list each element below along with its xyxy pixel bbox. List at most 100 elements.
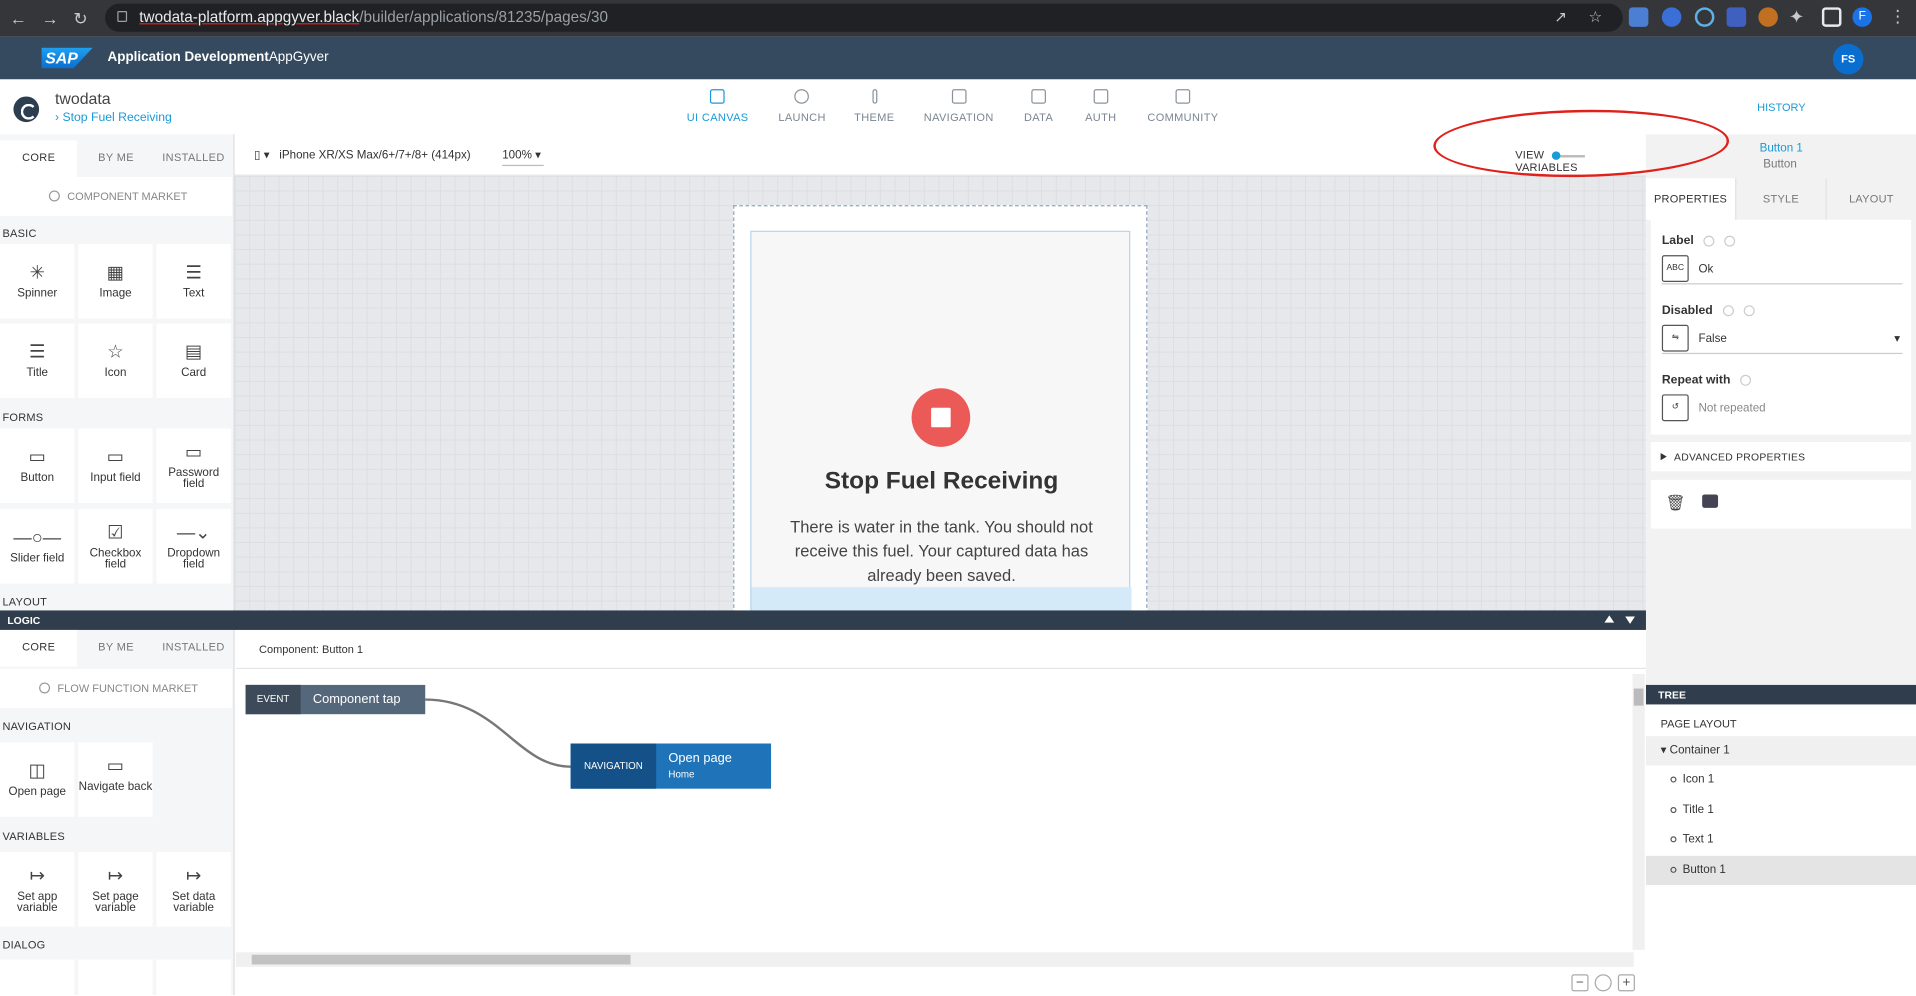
disabled-select[interactable]: ⇋ False ▾	[1661, 324, 1903, 355]
component-market-search[interactable]: COMPONENT MARKET	[0, 177, 233, 217]
component-password-field[interactable]: ▭ Password field	[156, 428, 231, 503]
tab-installed[interactable]: INSTALLED	[155, 630, 232, 667]
collapse-down-icon[interactable]	[1625, 616, 1635, 624]
translate-extension-icon[interactable]	[1628, 7, 1649, 27]
react-extension-icon[interactable]	[1694, 7, 1715, 27]
property-title: Label	[1661, 234, 1694, 248]
extension-icon[interactable]	[1726, 7, 1747, 27]
address-bar[interactable]: twodata-platform.appgyver.black/builder/…	[105, 3, 1623, 32]
flow-navigate-back[interactable]: ▭ Navigate back	[78, 742, 153, 817]
tab-core[interactable]: CORE	[0, 629, 78, 667]
flow-market-search[interactable]: FLOW FUNCTION MARKET	[0, 669, 233, 709]
phone-frame[interactable]: Stop Fuel Receiving There is water in th…	[733, 205, 1148, 634]
container-1[interactable]: Stop Fuel Receiving There is water in th…	[750, 230, 1132, 634]
sap-logo[interactable]: SAP	[41, 47, 93, 69]
component-button[interactable]: ▭ Button	[0, 428, 75, 503]
tab-label: DATA	[1023, 111, 1054, 124]
forward-arrow-icon[interactable]: →	[42, 9, 59, 29]
component-actions: 🗑	[1650, 479, 1912, 529]
logic-canvas[interactable]: EVENT Component tap NAVIGATION Open page…	[235, 669, 1646, 996]
device-selector[interactable]: ▯ ▾ iPhone XR/XS Max/6+/7+/8+ (414px)	[254, 149, 470, 162]
tab-navigation[interactable]: NAVIGATION	[924, 89, 994, 123]
component-input-field[interactable]: ▭ Input field	[78, 428, 153, 503]
flow-set-data-variable[interactable]: ↦ Set data variable	[156, 852, 231, 927]
inspect-icon[interactable]	[1702, 494, 1719, 508]
tab-data[interactable]: DATA	[1024, 89, 1053, 123]
tab-style[interactable]: STYLE	[1735, 178, 1825, 220]
extension-icon[interactable]	[1758, 7, 1778, 27]
text-type-icon[interactable]: ABC	[1661, 255, 1689, 283]
user-avatar[interactable]: FS	[1832, 43, 1864, 75]
flow-set-page-variable[interactable]: ↦ Set page variable	[78, 852, 153, 927]
expand-up-icon[interactable]	[1604, 615, 1615, 623]
tree-item-title[interactable]: Title 1	[1646, 796, 1916, 825]
title-1[interactable]: Stop Fuel Receiving	[751, 468, 1131, 496]
flow-dialog-prompt[interactable]	[156, 959, 231, 996]
component-slider-field[interactable]: —○— Slider field	[0, 509, 75, 584]
scroll-thumb[interactable]	[251, 954, 631, 965]
repeat-type-icon[interactable]: ↺	[1661, 394, 1689, 422]
tab-theme[interactable]: THEME	[854, 89, 894, 123]
tab-by-me[interactable]: BY ME	[77, 630, 154, 667]
tab-by-me[interactable]: BY ME	[77, 140, 154, 177]
binding-icon[interactable]	[1722, 305, 1734, 317]
toggle-type-icon[interactable]: ⇋	[1661, 324, 1689, 352]
tab-core[interactable]: CORE	[0, 140, 78, 178]
component-image[interactable]: ▦ Image	[78, 244, 153, 319]
tree-item-button[interactable]: Button 1	[1645, 855, 1916, 886]
zoom-out-button[interactable]: −	[1571, 974, 1589, 992]
share-icon[interactable]: ↗	[1554, 4, 1567, 32]
zoom-in-button[interactable]: +	[1617, 974, 1635, 992]
scroll-thumb[interactable]	[1633, 688, 1644, 706]
text-1[interactable]: There is water in the tank. You should n…	[776, 515, 1107, 588]
history-button[interactable]: HISTORY	[1757, 101, 1805, 113]
navigation-node[interactable]: NAVIGATION Open page Home	[570, 743, 772, 789]
advanced-properties-toggle[interactable]: ADVANCED PROPERTIES	[1650, 441, 1912, 472]
horizontal-scrollbar[interactable]	[235, 952, 1634, 967]
component-checkbox-field[interactable]: ☑ Checkbox field	[78, 509, 153, 584]
info-icon[interactable]	[1743, 305, 1755, 317]
tab-community[interactable]: COMMUNITY	[1147, 89, 1218, 123]
flow-dialog-alert[interactable]	[0, 959, 75, 996]
component-title[interactable]: ☰ Title	[0, 323, 75, 399]
tab-installed[interactable]: INSTALLED	[155, 140, 232, 177]
component-text[interactable]: ☰ Text	[156, 244, 231, 319]
side-panel-icon[interactable]	[1821, 7, 1842, 27]
menu-dots-icon[interactable]: ⋮	[1889, 6, 1906, 27]
zoom-selector[interactable]: 100% ▾	[502, 149, 544, 167]
vertical-scrollbar[interactable]	[1632, 673, 1645, 950]
info-icon[interactable]	[1724, 235, 1736, 247]
appgyver-logo-icon[interactable]	[13, 96, 40, 123]
flow-dialog-confirm[interactable]	[78, 959, 153, 996]
set-data-variable-icon: ↦	[185, 865, 202, 887]
tab-ui-canvas[interactable]: UI CANVAS	[687, 89, 749, 123]
event-node[interactable]: EVENT Component tap	[245, 684, 426, 715]
tree-item-container[interactable]: ▾ Container 1	[1645, 736, 1916, 766]
tree-item-text[interactable]: Text 1	[1646, 825, 1916, 854]
profile-avatar[interactable]: F	[1852, 7, 1873, 27]
label-input[interactable]: ABC Ok	[1661, 255, 1903, 285]
repeat-field[interactable]: ↺ Not repeated	[1661, 394, 1903, 423]
component-dropdown-field[interactable]: —⌄ Dropdown field	[156, 509, 231, 584]
info-icon[interactable]	[1740, 374, 1752, 386]
component-card[interactable]: ▤ Card	[156, 323, 231, 399]
page-selector[interactable]: › Stop Fuel Receiving	[55, 111, 172, 124]
stop-icon[interactable]	[911, 388, 971, 447]
tab-layout[interactable]: LAYOUT	[1825, 178, 1916, 220]
zoom-reset-button[interactable]	[1594, 974, 1612, 992]
flow-set-app-variable[interactable]: ↦ Set app variable	[0, 852, 75, 927]
tab-launch[interactable]: LAUNCH	[778, 89, 825, 123]
flow-open-page[interactable]: ◫ Open page	[0, 742, 75, 817]
trash-icon[interactable]: 🗑	[1666, 493, 1686, 513]
binding-icon[interactable]	[1703, 235, 1715, 247]
tree-item-icon[interactable]: Icon 1	[1646, 765, 1916, 794]
reload-icon[interactable]: ↻	[73, 9, 87, 30]
tab-auth[interactable]: AUTH	[1085, 89, 1116, 123]
star-icon[interactable]: ☆	[1589, 4, 1603, 32]
component-spinner[interactable]: ✳ Spinner	[0, 244, 75, 319]
puzzle-extensions-icon[interactable]: ✦	[1789, 6, 1804, 28]
component-icon[interactable]: ☆ Icon	[78, 323, 153, 399]
tab-properties[interactable]: PROPERTIES	[1645, 178, 1736, 220]
back-arrow-icon[interactable]: ←	[10, 9, 27, 29]
extension-icon[interactable]	[1661, 7, 1682, 27]
